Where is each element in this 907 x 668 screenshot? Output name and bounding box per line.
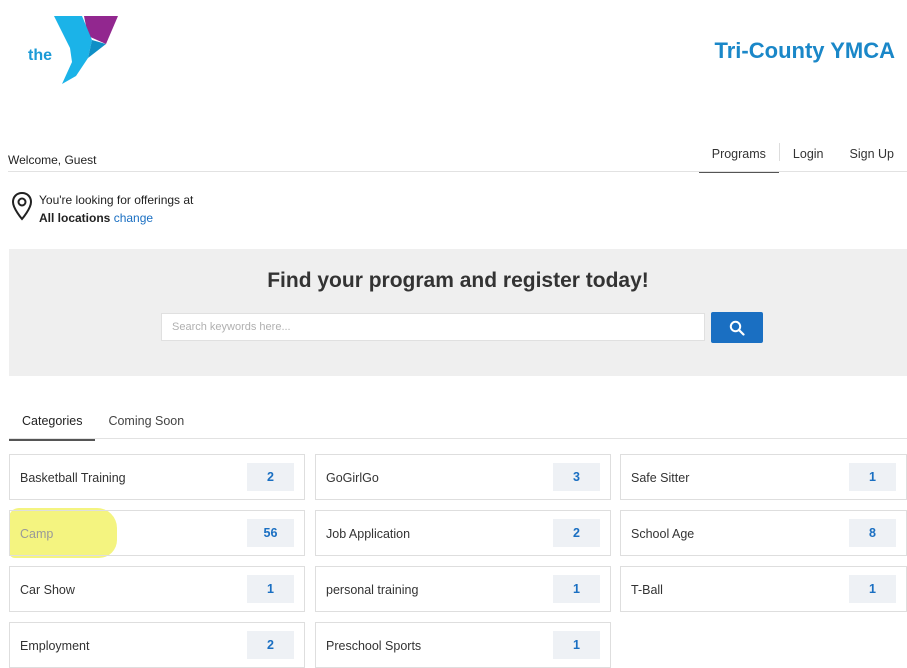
category-count: 8 xyxy=(849,519,896,547)
category-item[interactable]: T-Ball 1 xyxy=(620,566,907,612)
category-label: Job Application xyxy=(326,527,411,541)
category-label: Car Show xyxy=(20,583,75,597)
category-item[interactable]: Job Application 2 xyxy=(315,510,611,556)
category-item[interactable]: GoGirlGo 3 xyxy=(315,454,611,500)
category-item[interactable]: Employment 2 xyxy=(9,622,305,668)
tab-coming-soon[interactable]: Coming Soon xyxy=(95,408,197,439)
category-label: Camp xyxy=(20,527,54,541)
location-selector: You're looking for offerings at All loca… xyxy=(10,191,193,227)
nav-programs[interactable]: Programs xyxy=(698,143,779,173)
category-item[interactable]: Basketball Training 2 xyxy=(9,454,305,500)
ymca-logo-mark: the YMCA xyxy=(28,16,118,84)
category-item[interactable]: Car Show 1 xyxy=(9,566,305,612)
category-label: GoGirlGo xyxy=(326,471,379,485)
logo-text: the xyxy=(28,47,52,64)
search-button[interactable] xyxy=(711,312,763,343)
category-item[interactable]: Camp 56 xyxy=(9,510,305,556)
category-count: 1 xyxy=(247,575,294,603)
category-grid: Basketball Training 2 GoGirlGo 3 Safe Si… xyxy=(9,454,907,668)
tab-categories[interactable]: Categories xyxy=(9,408,96,441)
header-divider xyxy=(8,171,907,172)
ymca-logo[interactable]: the YMCA xyxy=(26,14,122,86)
category-item[interactable]: Safe Sitter 1 xyxy=(620,454,907,500)
category-item[interactable]: School Age 8 xyxy=(620,510,907,556)
category-item[interactable]: personal training 1 xyxy=(315,566,611,612)
category-count: 56 xyxy=(247,519,294,547)
location-prompt: You're looking for offerings at xyxy=(39,193,194,207)
category-label: Safe Sitter xyxy=(631,471,690,485)
category-count: 1 xyxy=(553,575,600,603)
category-count: 2 xyxy=(247,463,294,491)
search-icon xyxy=(729,320,745,336)
category-item[interactable]: Preschool Sports 1 xyxy=(315,622,611,668)
org-name: Tri-County YMCA xyxy=(714,38,895,63)
category-count: 1 xyxy=(849,463,896,491)
category-label: Basketball Training xyxy=(20,471,126,485)
category-count: 3 xyxy=(553,463,600,491)
welcome-text: Welcome, Guest xyxy=(8,153,97,167)
category-count: 2 xyxy=(553,519,600,547)
category-label: Preschool Sports xyxy=(326,639,422,653)
map-pin-icon xyxy=(11,191,33,221)
category-label: School Age xyxy=(631,527,695,541)
nav-login[interactable]: Login xyxy=(780,143,837,171)
category-tabs: Categories Coming Soon xyxy=(9,408,197,441)
top-nav: Programs Login Sign Up xyxy=(698,143,907,173)
category-count: 2 xyxy=(247,631,294,659)
search-input[interactable] xyxy=(161,313,705,341)
search-hero: Find your program and register today! xyxy=(9,249,907,376)
category-label: T-Ball xyxy=(631,583,663,597)
category-count: 1 xyxy=(553,631,600,659)
category-label: Employment xyxy=(20,639,90,653)
category-label: personal training xyxy=(326,583,419,597)
hero-title: Find your program and register today! xyxy=(267,269,649,292)
location-value: All locations xyxy=(39,211,111,225)
change-location-link[interactable]: change xyxy=(114,211,153,225)
nav-sign-up[interactable]: Sign Up xyxy=(837,143,907,171)
category-count: 1 xyxy=(849,575,896,603)
tabs-divider xyxy=(9,438,907,439)
